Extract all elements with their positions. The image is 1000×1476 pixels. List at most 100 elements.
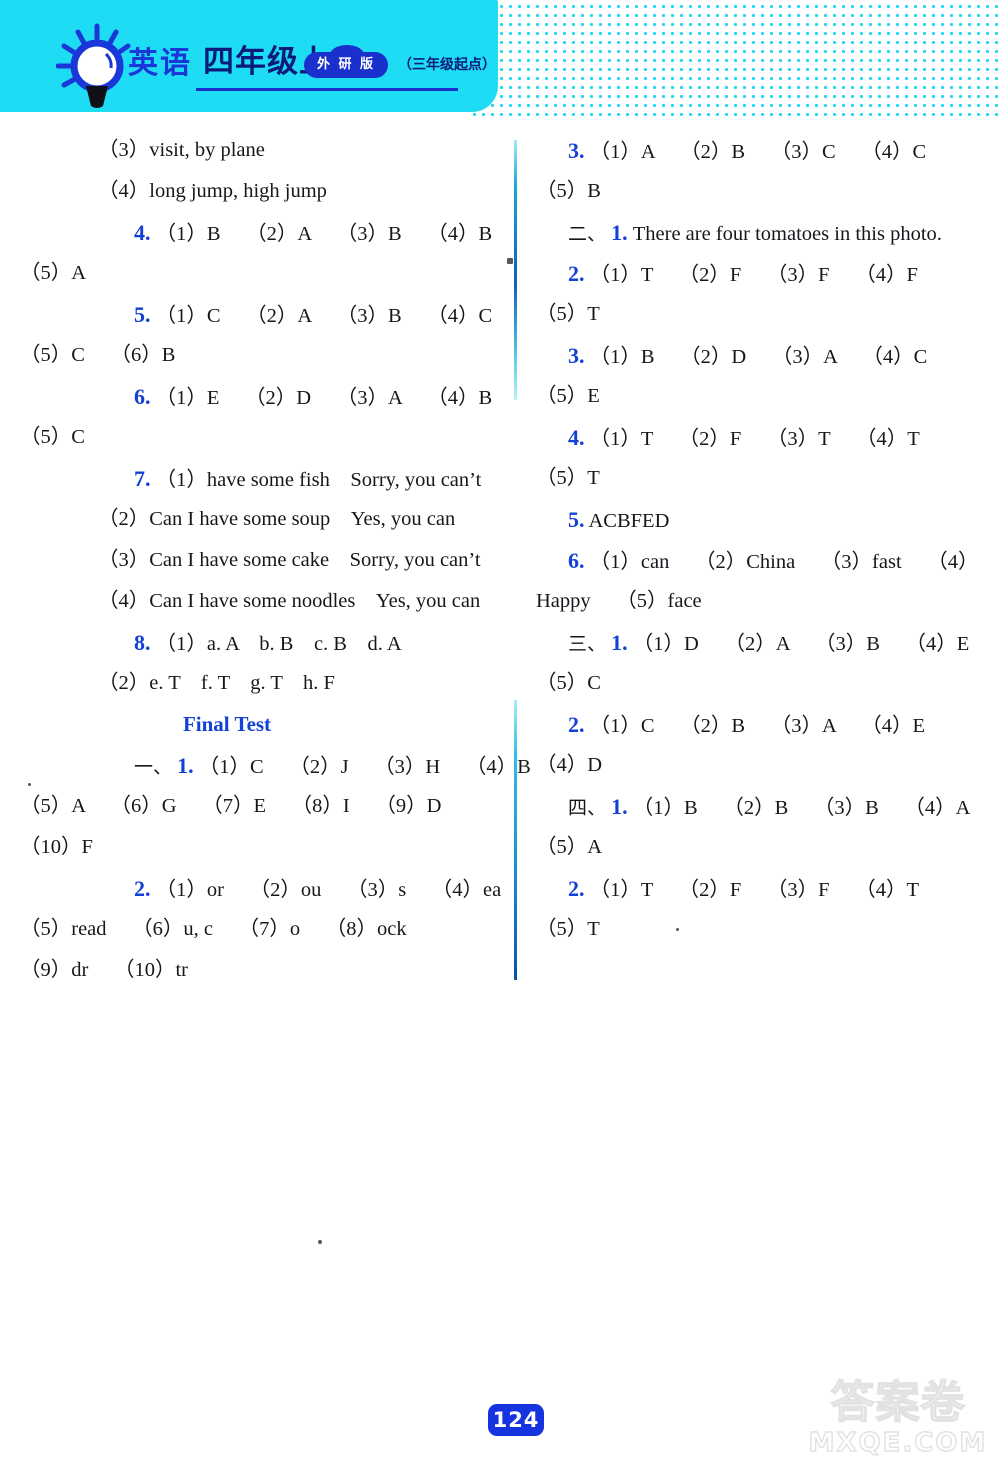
answer-line: 5. （1）C （2）A （3）B （4）C xyxy=(0,294,514,335)
answer-text: （1）A （2）B （3）C （4）C xyxy=(589,141,927,163)
answer-text: （1）T （2）F （3）F （4）F xyxy=(589,264,918,286)
answer-text: （5）C xyxy=(20,426,85,448)
answer-line: （5）A （6）G （7）E （8）I （9）D xyxy=(0,786,514,827)
site-watermark: 答案卷 MXQE.COM xyxy=(800,1377,996,1470)
answer-line: （5）B xyxy=(516,171,1000,212)
answer-text: ACBFED xyxy=(588,510,670,532)
answer-item-number: 3. xyxy=(568,138,585,163)
answer-text: （1）C （2）J （3）H （4）B xyxy=(198,756,531,778)
answer-line: （5）C （6）B xyxy=(0,335,514,376)
answer-line: （5）C xyxy=(0,417,514,458)
answer-item-number: 4. xyxy=(134,220,151,245)
answer-line: 三、 1. （1）D （2）A （3）B （4）E xyxy=(516,622,1000,663)
answer-item-number: 2. xyxy=(568,876,585,901)
answer-text: （5）A （6）G （7）E （8）I （9）D xyxy=(20,795,442,817)
answer-column-left: （3）visit, by plane （4）long jump, high jum… xyxy=(0,130,531,991)
edition-badge: 外 研 版 xyxy=(304,45,388,78)
answer-line: 2. （1）T （2）F （3）F （4）T xyxy=(516,868,1000,909)
answer-line: 一、 1. （1）C （2）J （3）H （4）B xyxy=(0,745,531,786)
answer-column-right: 3. （1）A （2）B （3）C （4）C （5）B 二、 1. There ar… xyxy=(516,130,1000,950)
answer-line: 6. （1）can （2）China （3）fast （4） xyxy=(516,540,1000,581)
answer-line: （5）E xyxy=(516,376,1000,417)
answer-line: 5. ACBFED xyxy=(516,499,1000,540)
answer-item-number: 6. xyxy=(568,548,585,573)
answer-text: （1）can （2）China （3）fast （4） xyxy=(589,551,979,573)
edition-badge-label: 外 研 版 xyxy=(316,57,376,72)
answer-line: （5）A xyxy=(0,253,514,294)
answer-line: （3）visit, by plane xyxy=(0,130,514,171)
header-underline-rule xyxy=(196,88,458,91)
header-content: 英语 四年级上 外 研 版 （三年级起点） xyxy=(0,0,498,112)
section-heading: Final Test xyxy=(182,712,272,736)
answer-line: （9）dr （10）tr xyxy=(0,950,514,991)
answer-text: （2）Can I have some soup Yes, you can xyxy=(98,508,456,530)
answer-line: 6. （1）E （2）D （3）A （4）B xyxy=(0,376,514,417)
answer-text: （4）Can I have some noodles Yes, you can xyxy=(98,590,481,612)
answer-line: 二、 1. There are four tomatoes in this ph… xyxy=(516,212,1000,253)
scan-speck xyxy=(28,783,31,786)
answer-line: （5）C xyxy=(516,663,1000,704)
answer-text: （1）have some fish Sorry, you can’t xyxy=(155,469,482,491)
answer-line: （5）T xyxy=(516,909,1000,950)
answer-text: （1）E （2）D （3）A （4）B xyxy=(155,387,493,409)
answer-text: （5）T xyxy=(536,303,600,325)
subject-title: 英语 xyxy=(128,46,192,81)
answer-line: （5）T xyxy=(516,294,1000,335)
answer-line: （5）A xyxy=(516,827,1000,868)
answer-item-number: 3. xyxy=(568,343,585,368)
page-header-banner: 英语 四年级上 外 研 版 （三年级起点） xyxy=(0,0,1000,118)
header-dot-pattern xyxy=(470,0,1000,118)
answer-line: Happy （5）face xyxy=(516,581,1000,622)
answer-item-number: 4. xyxy=(568,425,585,450)
scan-speck xyxy=(507,258,513,264)
answer-text: （3）Can I have some cake Sorry, you can’t xyxy=(98,549,481,571)
answer-item-number: 1. xyxy=(177,753,194,778)
answer-text: （4）D xyxy=(536,754,603,776)
answer-line: 3. （1）B （2）D （3）A （4）C xyxy=(516,335,1000,376)
answer-item-number: 7. xyxy=(134,466,151,491)
answer-line: （2）e. T f. T g. T h. F xyxy=(0,663,514,704)
section-number-cn: 二、 xyxy=(568,223,607,245)
answer-text: （5）C （6）B xyxy=(20,344,176,366)
answer-line: （4）long jump, high jump xyxy=(0,171,514,212)
answer-item-number: 1. xyxy=(611,794,628,819)
answer-text: （5）A xyxy=(536,836,603,858)
watermark-url-text: MXQE.COM xyxy=(808,1427,988,1458)
answer-text: （5）read （6）u, c （7）o （8）ock xyxy=(20,918,407,940)
answer-text: （1）C （2）B （3）A （4）E xyxy=(589,715,926,737)
answer-text: （2）e. T f. T g. T h. F xyxy=(98,672,335,694)
answer-text: （1）a. A b. B c. B d. A xyxy=(155,633,402,655)
answer-line: （2）Can I have some soup Yes, you can xyxy=(0,499,514,540)
answer-text: （1）B （2）D （3）A （4）C xyxy=(589,346,928,368)
answer-line: 2. （1）or （2）ou （3）s （4）ea xyxy=(0,868,514,909)
answer-text: （3）visit, by plane xyxy=(98,139,265,161)
answer-item-number: 6. xyxy=(134,384,151,409)
answer-line: （3）Can I have some cake Sorry, you can’t xyxy=(0,540,514,581)
answer-item-number: 2. xyxy=(568,261,585,286)
answer-line: （5）T xyxy=(516,458,1000,499)
answer-text: Happy （5）face xyxy=(536,590,702,612)
page-number-badge: 124 xyxy=(488,1404,544,1436)
answer-line: 8. （1）a. A b. B c. B d. A xyxy=(0,622,514,663)
answer-text: （1）B （2）B （3）B （4）A xyxy=(632,797,971,819)
answer-text: （1）T （2）F （3）F （4）T xyxy=(589,879,919,901)
scan-speck xyxy=(676,928,679,931)
answer-line: 4. （1）B （2）A （3）B （4）B xyxy=(0,212,514,253)
answer-text: （1）D （2）A （3）B （4）E xyxy=(632,633,970,655)
answer-item-number: 2. xyxy=(568,712,585,737)
section-number-cn: 一、 xyxy=(134,756,173,778)
answer-text: （5）B xyxy=(536,180,601,202)
answer-text: There are four tomatoes in this photo. xyxy=(632,223,942,245)
answer-line: 4. （1）T （2）F （3）T （4）T xyxy=(516,417,1000,458)
answer-text: （4）long jump, high jump xyxy=(98,180,327,202)
answer-text: （1）or （2）ou （3）s （4）ea xyxy=(155,879,502,901)
answer-text: （5）T xyxy=(536,918,600,940)
answer-line: 7. （1）have some fish Sorry, you can’t xyxy=(0,458,514,499)
answer-line: 3. （1）A （2）B （3）C （4）C xyxy=(516,130,1000,171)
answer-line: 四、 1. （1）B （2）B （3）B （4）A xyxy=(516,786,1000,827)
lightbulb-icon xyxy=(56,23,131,108)
scan-speck xyxy=(318,1240,322,1244)
section-number-cn: 四、 xyxy=(568,797,607,819)
starting-point-label: （三年级起点） xyxy=(398,57,496,73)
answer-item-number: 5. xyxy=(568,507,585,532)
